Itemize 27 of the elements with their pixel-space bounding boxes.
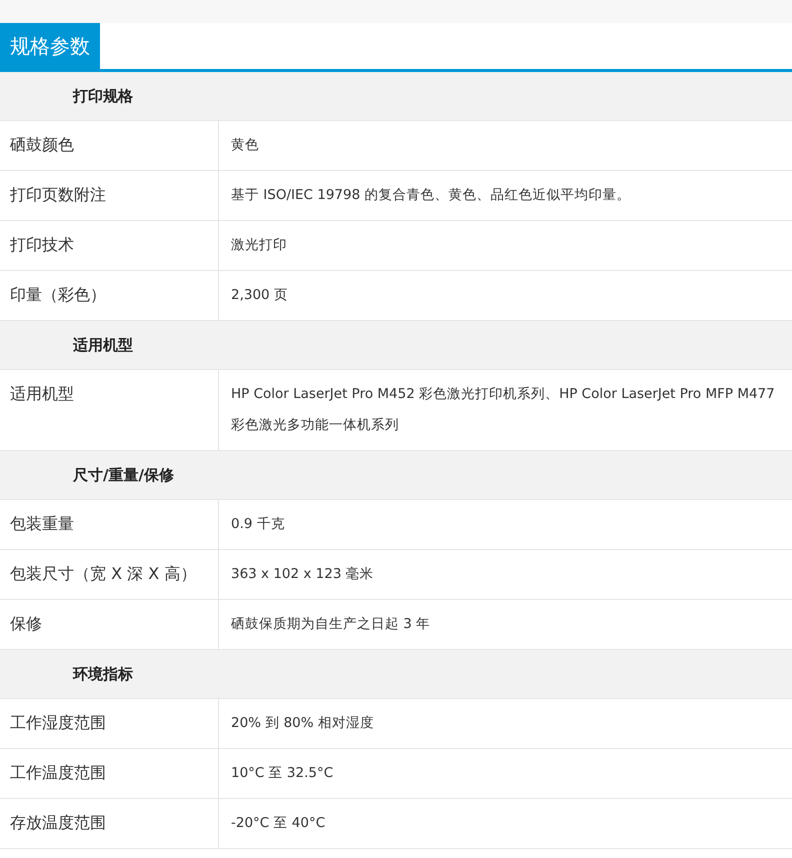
spec-label: 打印页数附注 [0,171,219,220]
section-tab[interactable]: 规格参数 [0,23,100,69]
spec-label: 包装尺寸（宽 X 深 X 高） [0,550,219,599]
spec-value: 硒鼓保质期为自生产之日起 3 年 [230,615,432,634]
spec-label: 工作温度范围 [0,749,219,798]
spec-value: HP Color LaserJet Pro M452 彩色激光打印机系列、HP Color LaserJet Pro MFP M477 彩色激光多功能一体机系列 [230,385,776,435]
spec-label: 保修 [0,600,219,649]
spec-value: 激光打印 [230,236,288,255]
spec-label: 工作湿度范围 [0,699,219,748]
section-heading: 环境指标 [0,650,792,699]
spec-label: 存放温度范围 [0,799,219,848]
spec-label: 印量（彩色） [0,271,219,320]
spec-value: 0.9 千克 [230,515,286,534]
section-heading: 打印规格 [0,72,792,121]
section-heading: 适用机型 [0,321,792,370]
spec-value: 黄色 [230,136,260,155]
spec-label: 适用机型 [0,370,219,450]
spec-value: -20°C 至 40°C [230,814,326,833]
section-heading: 尺寸/重量/保修 [0,451,792,500]
spec-value: 10°C 至 32.5°C [230,764,334,783]
spec-label: 包装重量 [0,500,219,549]
spec-label: 打印技术 [0,221,219,270]
spec-label: 硒鼓颜色 [0,121,219,170]
spec-value: 20% 到 80% 相对湿度 [230,714,375,733]
spec-value: 基于 ISO/IEC 19798 的复合青色、黄色、品红色近似平均印量。 [230,186,632,205]
spec-value: 2,300 页 [230,286,289,305]
spec-value: 363 x 102 x 123 毫米 [230,565,375,584]
